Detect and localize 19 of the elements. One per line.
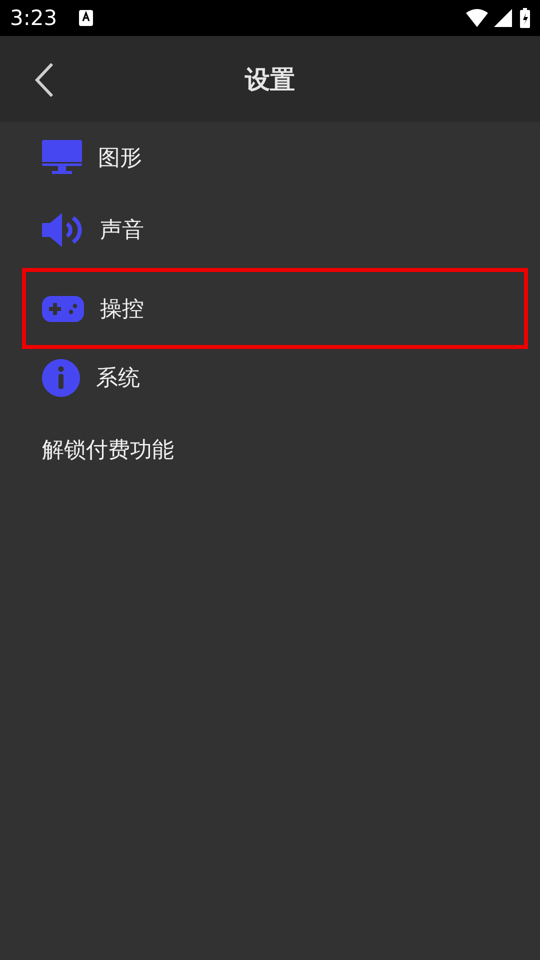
menu-item-label: 系统 (96, 365, 140, 393)
menu-item[interactable]: 解锁付费功能 (22, 414, 528, 486)
highlighted-menu-item[interactable]: 操控 (22, 268, 528, 349)
menu-item[interactable]: 图形 (22, 122, 528, 194)
wifi-icon (466, 9, 488, 27)
battery-icon (520, 8, 530, 28)
status-time: 3:23 (10, 6, 58, 30)
signal-icon (494, 9, 512, 27)
menu-item[interactable]: 声音 (22, 194, 528, 266)
menu-item-label: 图形 (98, 145, 142, 173)
page-title: 设置 (244, 64, 296, 96)
keyboard-notification-icon (79, 10, 94, 26)
menu-item-label: 操控 (100, 296, 144, 324)
menu-item-label: 解锁付费功能 (42, 437, 174, 465)
gamepad-icon (42, 296, 84, 322)
monitor-icon (42, 140, 82, 176)
info-icon (42, 359, 80, 397)
speaker-icon (42, 213, 84, 247)
menu-item-label: 声音 (100, 217, 144, 245)
